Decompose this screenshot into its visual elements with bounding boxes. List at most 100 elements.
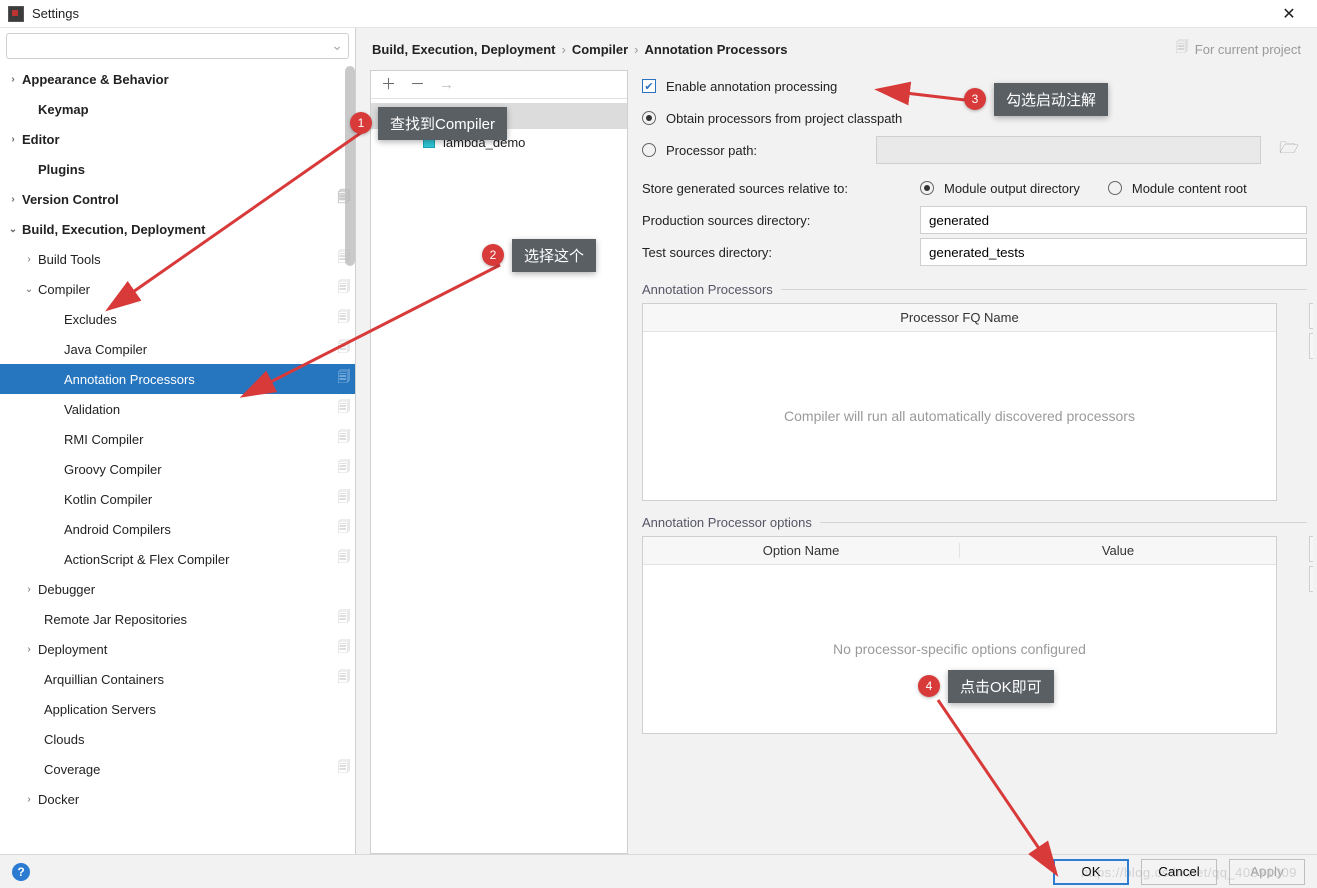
project-badge-icon: 🗐: [333, 548, 355, 570]
tree-rmi-compiler[interactable]: RMI Compiler🗐: [0, 424, 355, 454]
tree-clouds[interactable]: Clouds: [0, 724, 355, 754]
search-history-icon[interactable]: ⌄: [331, 37, 343, 54]
project-badge-icon: 🗐: [333, 458, 355, 480]
annotation-badge-4: 4: [918, 675, 940, 697]
content-area: Build, Execution, Deployment › Compiler …: [356, 28, 1317, 854]
tree-coverage[interactable]: Coverage🗐: [0, 754, 355, 784]
options-add-button[interactable]: ＋: [1309, 536, 1313, 562]
tree-debugger[interactable]: ›Debugger: [0, 574, 355, 604]
store-relative-label: Store generated sources relative to:: [642, 181, 910, 196]
prod-sources-input[interactable]: [920, 206, 1307, 234]
test-sources-input[interactable]: [920, 238, 1307, 266]
processors-empty-text: Compiler will run all automatically disc…: [643, 332, 1276, 500]
titlebar: Settings ✕: [0, 0, 1317, 28]
processor-path-input: [876, 136, 1261, 164]
search-input[interactable]: [6, 33, 349, 59]
annotation-badge-3: 3: [964, 88, 986, 110]
prod-sources-label: Production sources directory:: [642, 213, 910, 228]
annotation-tip-4: 点击OK即可: [948, 670, 1054, 703]
options-empty-text: No processor-specific options configured: [643, 565, 1276, 733]
tree-docker[interactable]: ›Docker: [0, 784, 355, 814]
crumb-sep-icon: ›: [634, 42, 638, 57]
module-content-root-label: Module content root: [1132, 181, 1247, 196]
sidebar: 🔍 ⌄ ›Appearance & Behavior Keymap ›Edito…: [0, 28, 356, 854]
processors-add-button[interactable]: ＋: [1309, 303, 1313, 329]
tree-editor[interactable]: ›Editor: [0, 124, 355, 154]
tree-actionscript-flex[interactable]: ActionScript & Flex Compiler🗐: [0, 544, 355, 574]
tree-annotation-processors[interactable]: Annotation Processors🗐: [0, 364, 355, 394]
tree-kotlin-compiler[interactable]: Kotlin Compiler🗐: [0, 484, 355, 514]
tree-keymap[interactable]: Keymap: [0, 94, 355, 124]
tree-validation[interactable]: Validation🗐: [0, 394, 355, 424]
close-icon[interactable]: ✕: [1269, 4, 1309, 24]
crumb-sep-icon: ›: [561, 42, 565, 57]
options-th-name: Option Name: [643, 543, 960, 558]
project-badge-icon: 🗐: [333, 638, 355, 660]
tree-plugins[interactable]: Plugins: [0, 154, 355, 184]
tree-appearance[interactable]: ›Appearance & Behavior: [0, 64, 355, 94]
crumb-annotation-processors: Annotation Processors: [645, 42, 788, 57]
processor-path-label: Processor path:: [666, 143, 866, 158]
options-table: Option Name Value No processor-specific …: [642, 536, 1277, 734]
processors-section-title: Annotation Processors: [642, 282, 1307, 297]
project-badge-icon: 🗐: [333, 758, 355, 780]
tree-app-servers[interactable]: Application Servers: [0, 694, 355, 724]
project-badge-icon: 🗐: [333, 308, 355, 330]
tree-build-tools[interactable]: ›Build Tools🗐: [0, 244, 355, 274]
tree-deployment[interactable]: ›Deployment🗐: [0, 634, 355, 664]
move-profile-button: →: [439, 77, 454, 92]
project-badge-icon: 🗐: [333, 668, 355, 690]
options-section-title: Annotation Processor options: [642, 515, 1307, 530]
remove-profile-button[interactable]: －: [410, 77, 425, 92]
project-badge-icon: 🗐: [333, 368, 355, 390]
obtain-from-classpath-radio[interactable]: [642, 111, 656, 125]
module-output-radio[interactable]: [920, 181, 934, 195]
tree-groovy-compiler[interactable]: Groovy Compiler🗐: [0, 454, 355, 484]
scope-indicator: 🗐 For current project: [1176, 38, 1301, 60]
breadcrumb-header: Build, Execution, Deployment › Compiler …: [356, 28, 1317, 70]
project-badge-icon: 🗐: [333, 278, 355, 300]
project-badge-icon: 🗐: [333, 188, 355, 210]
annotation-badge-2: 2: [482, 244, 504, 266]
watermark: https://blog.csdn.net/qq_40891009: [1081, 865, 1297, 880]
project-badge-icon: 🗐: [333, 248, 355, 270]
help-button[interactable]: ?: [12, 863, 30, 881]
crumb-bed[interactable]: Build, Execution, Deployment: [372, 42, 555, 57]
enable-annotation-checkbox[interactable]: ✔: [642, 79, 656, 93]
processors-remove-button[interactable]: －: [1309, 333, 1313, 359]
annotation-tip-3: 勾选启动注解: [994, 83, 1108, 116]
options-th-value: Value: [960, 543, 1276, 558]
annotation-badge-1: 1: [350, 112, 372, 134]
project-badge-icon: 🗐: [333, 608, 355, 630]
settings-tree: ›Appearance & Behavior Keymap ›Editor Pl…: [0, 64, 355, 854]
module-output-label: Module output directory: [944, 181, 1080, 196]
module-content-root-radio[interactable]: [1108, 181, 1122, 195]
project-scope-icon: 🗐: [1176, 38, 1189, 60]
profile-list-panel: ＋ － → Default lambda_demo: [370, 70, 628, 854]
tree-vcs[interactable]: ›Version Control🗐: [0, 184, 355, 214]
test-sources-label: Test sources directory:: [642, 245, 910, 260]
options-remove-button[interactable]: －: [1309, 566, 1313, 592]
browse-path-icon[interactable]: 🗁: [1271, 137, 1307, 164]
crumb-compiler[interactable]: Compiler: [572, 42, 628, 57]
annotation-tip-2: 选择这个: [512, 239, 596, 272]
tree-excludes[interactable]: Excludes🗐: [0, 304, 355, 334]
project-badge-icon: 🗐: [333, 398, 355, 420]
tree-arquillian[interactable]: Arquillian Containers🗐: [0, 664, 355, 694]
project-badge-icon: 🗐: [333, 518, 355, 540]
settings-panel: ✔ Enable annotation processing Obtain pr…: [628, 70, 1313, 854]
window-title: Settings: [32, 6, 1269, 21]
scope-label: For current project: [1195, 42, 1301, 57]
tree-compiler[interactable]: ⌄Compiler🗐: [0, 274, 355, 304]
project-badge-icon: 🗐: [333, 488, 355, 510]
add-profile-button[interactable]: ＋: [381, 77, 396, 92]
tree-java-compiler[interactable]: Java Compiler🗐: [0, 334, 355, 364]
tree-remote-jar[interactable]: Remote Jar Repositories🗐: [0, 604, 355, 634]
app-icon: [8, 6, 24, 22]
processor-path-radio[interactable]: [642, 143, 656, 157]
processors-table: Processor FQ Name Compiler will run all …: [642, 303, 1277, 501]
tree-build-execution-deployment[interactable]: ⌄Build, Execution, Deployment: [0, 214, 355, 244]
project-badge-icon: 🗐: [333, 428, 355, 450]
tree-android-compilers[interactable]: Android Compilers🗐: [0, 514, 355, 544]
processors-th-fqname: Processor FQ Name: [643, 310, 1276, 325]
